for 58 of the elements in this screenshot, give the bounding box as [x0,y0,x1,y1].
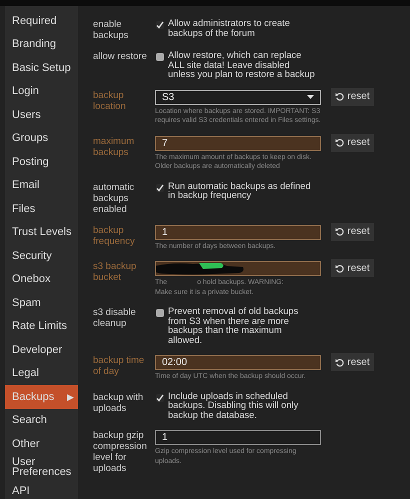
sidebar-item[interactable]: Developer [5,338,78,362]
setting-label: automatic backups enabled [93,182,136,214]
setting-label: enable backups [93,19,130,41]
sidebar-item[interactable]: Onebox [5,268,78,291]
setting-label: backup gzip compression level for uploads [93,430,148,474]
input-field[interactable]: 7 [155,136,321,150]
setting-label: maximum backups [93,136,136,158]
reset-button[interactable]: reset [331,88,374,106]
setting-label: backup with uploads [93,392,144,414]
reset-button[interactable]: reset [331,222,374,240]
checkbox[interactable] [156,184,164,192]
checkbox-label: Include uploads in scheduled backups. Disabling this will only backup the database. [168,392,300,420]
sidebar-item[interactable]: User Preferences [5,456,78,479]
checkbox[interactable] [156,394,164,402]
sidebar-item[interactable]: Posting [5,150,78,174]
undo-icon [335,138,344,147]
sidebar-item[interactable]: Legal [5,362,78,385]
sidebar-item[interactable]: Groups [5,126,78,150]
sidebar-item[interactable]: Security [5,244,78,268]
sidebar-item[interactable]: Trust Levels [5,220,78,244]
checkbox-label: Prevent removal of old backups from S3 when there are more backups than the maximum allowed. [168,307,300,345]
sidebar-item[interactable]: API [5,479,78,499]
sidebar-item[interactable]: Other [5,432,78,456]
undo-icon [335,227,344,236]
checkbox[interactable] [156,53,164,61]
sidebar-item[interactable]: Files [5,197,78,220]
checkbox[interactable] [156,309,164,317]
sidebar-item[interactable]: Email [5,174,78,197]
checkbox-label: Run automatic backups as defined in backup frequency [168,182,312,200]
caret-icon [307,95,314,99]
checkbox[interactable] [156,21,164,29]
setting-label: backup time of day [93,355,146,377]
reset-button[interactable]: reset [331,353,374,371]
setting-label: backup location [93,90,127,112]
input-field[interactable]: 1 [155,224,321,240]
checkbox-label: Allow restore, which can replace ALL site data! Leave disabled unless you plan to restore a backup [168,51,316,80]
setting-label: s3 backup bucket [93,261,138,283]
checkbox-label: Allow administrators to create backups of the forum [168,19,291,38]
setting-label: backup frequency [93,224,136,246]
input-field[interactable]: 02:00 [155,355,321,370]
input-field[interactable] [155,261,321,276]
reset-button[interactable]: reset [331,259,374,277]
undo-icon [335,92,344,101]
undo-icon [335,358,344,366]
setting-label: allow restore [93,51,148,62]
sidebar-item[interactable]: Rate Limits [5,314,78,338]
sidebar-item[interactable]: Branding [5,32,78,56]
undo-icon [335,264,344,272]
reset-button[interactable]: reset [331,134,374,152]
sidebar-item[interactable]: Basic Setup [5,56,78,80]
sidebar-item[interactable]: Search [5,408,78,432]
sidebar-item[interactable]: Required [5,9,78,32]
sidebar-item[interactable]: Users [5,103,78,126]
setting-label: s3 disable cleanup [93,307,137,329]
select-field[interactable]: S3 [155,90,321,104]
sidebar-item[interactable]: Login [5,80,78,103]
sidebar-item[interactable]: Spam [5,291,78,314]
input-field[interactable]: 1 [155,430,321,445]
